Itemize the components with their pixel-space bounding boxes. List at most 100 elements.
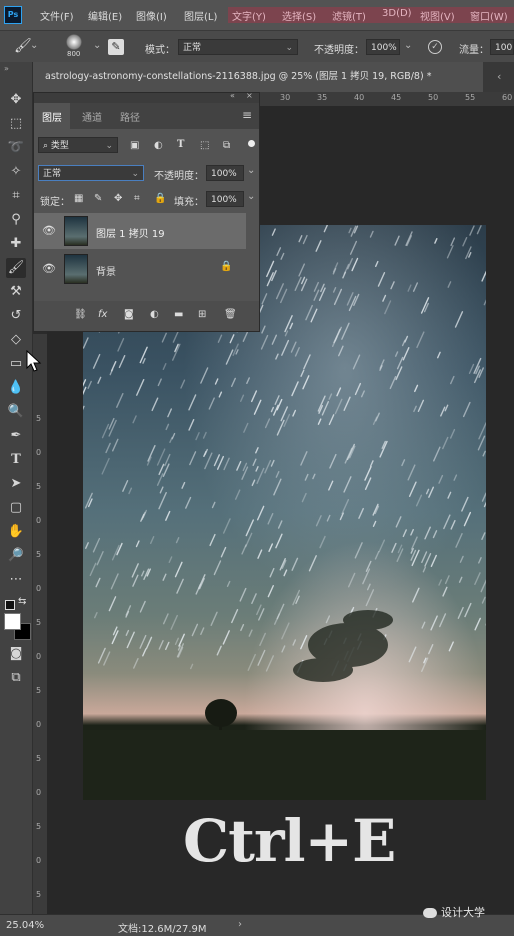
clone-stamp-tool-icon[interactable]: ⚒	[6, 282, 26, 302]
shortcut-caption: Ctrl+E	[183, 807, 395, 875]
menu-file[interactable]: 文件(F)	[40, 8, 74, 23]
brush-picker-chevron-icon[interactable]: ⌄	[93, 40, 101, 51]
dodge-tool-icon[interactable]: 🔍	[6, 402, 26, 422]
hand-tool-icon[interactable]: ✋	[6, 522, 26, 542]
chevron-down-icon[interactable]: ⌄	[247, 191, 255, 202]
ruler-label: 5	[36, 890, 41, 899]
menu-type[interactable]: 文字(Y)	[232, 8, 266, 23]
delete-layer-icon[interactable]: 🗑	[224, 309, 237, 320]
layer-thumbnail	[64, 216, 88, 246]
tab-paths[interactable]: 路径	[120, 109, 140, 124]
ruler-label: 55	[465, 93, 475, 102]
tab-scroll-left-icon[interactable]: ‹	[497, 70, 501, 83]
status-arrow-icon[interactable]: ›	[238, 919, 242, 930]
opacity-label: 不透明度：	[314, 41, 364, 56]
crop-tool-icon[interactable]: ⌗	[6, 186, 26, 206]
adjustment-layer-icon[interactable]: ◐	[150, 309, 159, 320]
layer-row[interactable]: 👁 图层 1 拷贝 19	[34, 213, 246, 249]
menu-edit[interactable]: 编辑(E)	[88, 8, 122, 23]
lock-transparent-icon[interactable]: ▦	[74, 193, 83, 204]
eyedropper-tool-icon[interactable]: ⚲	[6, 210, 26, 230]
link-layers-icon[interactable]: ⛓	[74, 309, 87, 320]
marquee-tool-icon[interactable]: ⬚	[6, 114, 26, 134]
ruler-label: 45	[391, 93, 401, 102]
brush-tool-icon[interactable]: 🖌	[6, 258, 26, 278]
pen-tool-icon[interactable]: ✒	[6, 426, 26, 446]
tab-channels[interactable]: 通道	[82, 109, 102, 124]
menu-view[interactable]: 视图(V)	[420, 8, 455, 23]
eraser-tool-icon[interactable]: ◇	[6, 330, 26, 350]
panel-title-bar[interactable]: « ×	[34, 93, 259, 103]
filter-smart-object-icon[interactable]: ⧉	[223, 140, 230, 151]
add-mask-icon[interactable]: ◙	[124, 309, 134, 320]
flow-input[interactable]: 100	[490, 39, 514, 55]
layer-name[interactable]: 背景	[96, 263, 116, 278]
menu-image[interactable]: 图像(I)	[136, 8, 167, 23]
blend-mode-select[interactable]: 正常 ⌄	[38, 165, 144, 181]
chevron-down-icon[interactable]: ⌄	[30, 40, 38, 51]
shape-tool-icon[interactable]: ▢	[6, 498, 26, 518]
zoom-level[interactable]: 25.04%	[6, 920, 44, 931]
layer-row[interactable]: 👁 背景 🔒	[34, 251, 246, 287]
visibility-eye-icon[interactable]: 👁	[42, 262, 56, 275]
lock-artboard-icon[interactable]: ⌗	[134, 193, 140, 204]
more-tools-icon[interactable]: ⋯	[6, 570, 26, 590]
pressure-opacity-icon[interactable]: ✓	[428, 40, 442, 54]
filter-toggle-icon[interactable]	[248, 140, 255, 147]
filter-adjustment-icon[interactable]: ◐	[154, 140, 163, 151]
brush-preview-icon[interactable]	[66, 34, 82, 50]
layer-name[interactable]: 图层 1 拷贝 19	[96, 225, 165, 240]
fill-input[interactable]: 100%	[206, 191, 244, 207]
healing-brush-tool-icon[interactable]: ✚	[6, 234, 26, 254]
collapse-panel-icon[interactable]: «	[230, 91, 235, 100]
mode-select[interactable]: 正常⌄	[178, 39, 298, 55]
chevron-down-icon[interactable]: ⌄	[247, 165, 255, 176]
filter-type-icon[interactable]: T	[177, 139, 184, 150]
opacity-chevron-icon[interactable]: ⌄	[404, 40, 412, 51]
zoom-tool-icon[interactable]: 🔎	[6, 546, 26, 566]
default-colors-icon[interactable]	[5, 600, 15, 610]
lasso-tool-icon[interactable]: ➰	[6, 138, 26, 158]
menu-layer[interactable]: 图层(L)	[184, 8, 217, 23]
layer-opacity-input[interactable]: 100%	[206, 165, 244, 181]
lock-all-icon[interactable]: 🔒	[154, 193, 166, 204]
menu-3d[interactable]: 3D(D)	[382, 8, 412, 19]
new-layer-icon[interactable]: ⊞	[198, 309, 206, 320]
ruler-label: 60	[502, 93, 512, 102]
tab-layers[interactable]: 图层	[42, 109, 62, 124]
swap-colors-icon[interactable]: ⇆	[18, 596, 26, 607]
filter-shape-icon[interactable]: ⬚	[200, 140, 209, 151]
document-info[interactable]: 文档:12.6M/27.9M	[118, 920, 207, 935]
collapse-icon[interactable]: »	[4, 64, 9, 73]
brush-settings-icon[interactable]: ✎	[108, 39, 124, 55]
visibility-eye-icon[interactable]: 👁	[42, 224, 56, 237]
fill-label: 填充：	[174, 193, 204, 208]
ruler-label: 5	[36, 822, 41, 831]
lock-image-icon[interactable]: ✎	[94, 193, 102, 204]
path-select-tool-icon[interactable]: ➤	[6, 474, 26, 494]
fx-icon[interactable]: fx	[98, 309, 107, 320]
foreground-color-swatch[interactable]	[4, 613, 21, 630]
opacity-input[interactable]: 100%	[366, 39, 400, 55]
lock-position-icon[interactable]: ✥	[114, 193, 122, 204]
type-tool-icon[interactable]: T	[6, 450, 26, 470]
history-brush-tool-icon[interactable]: ↺	[6, 306, 26, 326]
blur-tool-icon[interactable]: 💧	[6, 378, 26, 398]
menu-window[interactable]: 窗口(W)	[470, 8, 508, 23]
filter-pixel-icon[interactable]: ▣	[130, 140, 139, 151]
gradient-tool-icon[interactable]: ▭	[6, 354, 26, 374]
quick-mask-icon[interactable]: ◙	[6, 644, 26, 664]
tools-panel: » ✥ ⬚ ➰ ✧ ⌗ ⚲ ✚ 🖌 ⚒ ↺ ◇ ▭ 💧 🔍 ✒ T ➤ ▢ ✋ …	[0, 62, 33, 935]
layer-filter-select[interactable]: ⌕ 类型 ⌄	[38, 137, 118, 153]
menu-filter[interactable]: 滤镜(T)	[332, 8, 366, 23]
screen-mode-icon[interactable]: ⧉	[6, 668, 26, 688]
menu-select[interactable]: 选择(S)	[282, 8, 316, 23]
wechat-logo-icon	[423, 908, 437, 918]
new-group-icon[interactable]: ▬	[174, 309, 183, 320]
quick-select-tool-icon[interactable]: ✧	[6, 162, 26, 182]
document-tab[interactable]: astrology-astronomy-constellations-21163…	[33, 62, 483, 92]
close-panel-icon[interactable]: ×	[246, 91, 253, 100]
lock-icon: 🔒	[220, 261, 232, 272]
panel-menu-icon[interactable]: ≡	[242, 108, 252, 122]
move-tool-icon[interactable]: ✥	[6, 90, 26, 110]
